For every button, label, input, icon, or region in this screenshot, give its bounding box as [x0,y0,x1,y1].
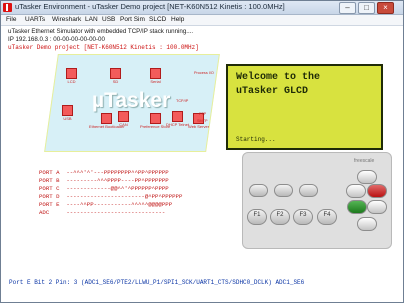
port-d-row[interactable]: PORT D -----------------------@^PP^PPPPP… [39,193,182,201]
keypad-f2-button[interactable]: F2 [270,209,290,225]
menu-slcd[interactable]: SLCD [149,16,166,23]
window-title: uTasker Environment - uTasker Demo proje… [15,2,285,11]
left-arrow-key[interactable] [346,184,366,198]
keypad-key-b[interactable] [274,184,293,197]
dhcp-telnet-icon: DHCP Telnet [166,111,189,127]
title-bar[interactable]: uTasker Environment - uTasker Demo proje… [1,1,403,15]
bottom-status: Port E Bit 2 Pin: 3 (ADC1_SE6/PTE2/LLWU_… [9,279,305,286]
red-key[interactable] [367,184,387,198]
green-key[interactable] [347,200,367,214]
menu-port-sim[interactable]: Port Sim [120,16,145,23]
minimize-button[interactable]: – [339,2,356,14]
port-e-row[interactable]: PORT E ----^^PP-----------^^^^^@@@@PPP [39,201,182,209]
down-arrow-key[interactable] [357,217,377,231]
right-arrow-key[interactable] [367,200,387,214]
keypad-key-a[interactable] [249,184,268,197]
maximize-button[interactable]: □ [358,2,375,14]
menu-file[interactable]: File [6,16,16,23]
keypad-f3-button[interactable]: F3 [293,209,313,225]
menu-uarts[interactable]: UARTs [25,16,45,23]
can-icon: CAN [118,111,129,127]
glcd-line-1: Welcome to the [236,72,321,83]
port-monitor: PORT A --^^^'^'---PPPPPPPP^^PP^PPPPPP PO… [39,169,182,217]
utasker-banner: µTasker LCD SD Serial USB Ethernet Bootl… [44,54,220,152]
close-button[interactable]: × [377,2,394,14]
adc-row[interactable]: ADC ----------------------------- [39,209,182,217]
app-window: uTasker Environment - uTasker Demo proje… [0,0,404,303]
glcd-line-3: Starting... [236,136,276,143]
tcpip-label: TCP/IP [176,99,189,103]
port-c-row[interactable]: PORT C -------------@@^^'^PPPPPP^PPPP [39,185,182,193]
simulator-status: uTasker Ethernet Simulator with embedded… [8,28,194,35]
smtp-label: SMTP [197,119,208,123]
keypad-f1-button[interactable]: F1 [247,209,267,225]
keypad-brand: freescale [354,158,375,164]
menu-lan[interactable]: LAN [85,16,98,23]
ftp-label: FTP [199,112,207,116]
keypad-key-c[interactable] [299,184,318,197]
menu-wireshark[interactable]: Wireshark [52,16,81,23]
utasker-logo: µTasker [92,89,171,112]
lcd-icon: LCD [66,68,77,84]
app-icon [3,3,12,12]
menu-bar: File UARTs Wireshark LAN USB Port Sim SL… [1,15,403,26]
port-a-row[interactable]: PORT A --^^^'^'---PPPPPPPP^^PP^PPPPPP [39,169,182,177]
project-status: uTasker Demo project [NET-K60N512 Kineti… [8,44,199,51]
usb-icon: USB [62,105,73,121]
up-arrow-key[interactable] [357,170,377,184]
process-io-label: Process I/O [194,71,214,75]
sd-card-icon: SD [110,68,121,84]
menu-usb[interactable]: USB [102,16,115,23]
ip-status: IP 192.168.0.3 : 00-00-00-00-00-00 [8,36,105,43]
glcd-line-2: uTasker GLCD [236,86,309,97]
glcd-display: Welcome to the uTasker GLCD Starting... [226,64,383,150]
keypad-f4-button[interactable]: F4 [317,209,337,225]
freescale-keypad: freescale F1 F2 F3 F4 [242,152,392,249]
menu-help[interactable]: Help [171,16,184,23]
port-b-row[interactable]: PORT B ---------^^^PPPP----PP^PPPPPPP [39,177,182,185]
serial-icon: Serial [150,68,161,84]
